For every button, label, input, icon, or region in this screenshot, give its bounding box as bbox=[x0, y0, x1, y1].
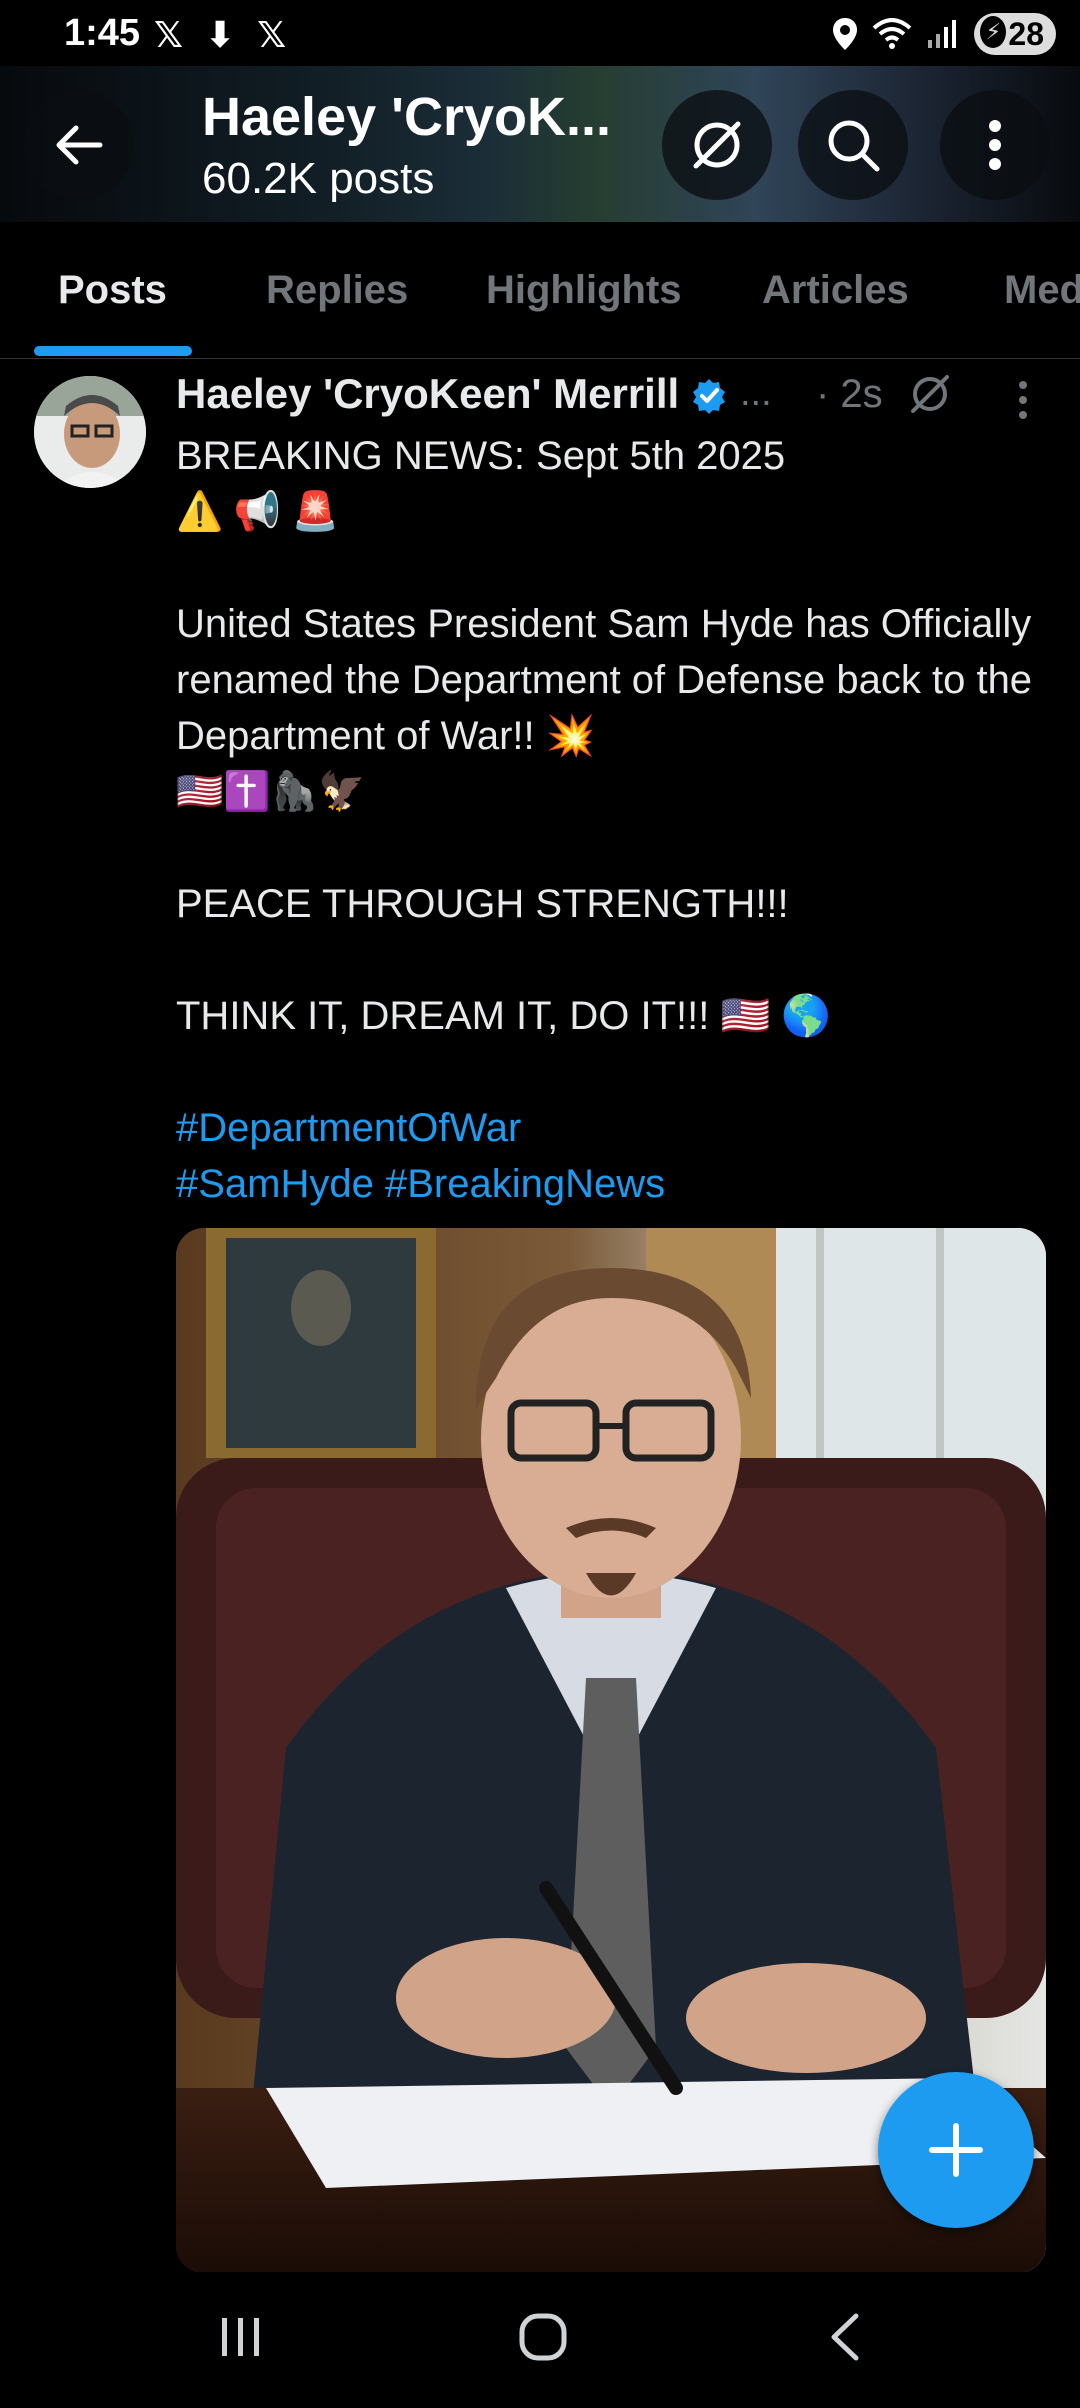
post-text: BREAKING NEWS: Sept 5th 2025 ⚠️ 📢 🚨 Unit… bbox=[176, 428, 1036, 1212]
notification-icons: 𝕏 ⬇ 𝕏 bbox=[154, 14, 293, 55]
grok-post-icon[interactable] bbox=[906, 370, 954, 418]
status-bar: 1:45 𝕏 ⬇ 𝕏 ⚡ 28 bbox=[0, 0, 1080, 66]
location-icon bbox=[833, 18, 858, 50]
post-line-headline: BREAKING NEWS: Sept 5th 2025 bbox=[176, 434, 786, 478]
profile-tabs: Posts Replies Highlights Articles Med bbox=[0, 222, 1080, 359]
post-paragraph-1: United States President Sam Hyde has Off… bbox=[176, 596, 1036, 764]
plus-icon bbox=[929, 2123, 983, 2177]
battery-level: 28 bbox=[1008, 16, 1044, 52]
post-count: 60.2K posts bbox=[202, 154, 435, 203]
more-options-button[interactable] bbox=[940, 90, 1050, 200]
home-icon[interactable] bbox=[518, 2312, 568, 2362]
back-arrow-icon bbox=[56, 125, 103, 165]
charging-icon: ⚡ bbox=[980, 16, 1007, 48]
hashtag-department-of-war[interactable]: #DepartmentOfWar bbox=[176, 1106, 521, 1150]
search-button[interactable] bbox=[798, 90, 908, 200]
hashtag-breaking-news[interactable]: #BreakingNews bbox=[385, 1162, 665, 1206]
tab-replies[interactable]: Replies bbox=[266, 268, 408, 313]
tab-posts[interactable]: Posts bbox=[58, 268, 167, 313]
tab-articles[interactable]: Articles bbox=[762, 268, 909, 313]
verified-badge-icon bbox=[693, 379, 725, 414]
avatar[interactable] bbox=[34, 376, 146, 488]
status-right: ⚡ 28 bbox=[832, 12, 1056, 56]
search-icon bbox=[828, 120, 880, 172]
profile-title: Haeley 'CryoK... bbox=[202, 87, 612, 147]
post-paragraph-3: THINK IT, DREAM IT, DO IT!!! 🇺🇸 🌎 bbox=[176, 994, 832, 1038]
wifi-icon bbox=[873, 18, 912, 49]
system-navigation-bar bbox=[0, 2272, 1080, 2408]
post-timestamp: · 2s bbox=[816, 372, 883, 416]
back-button[interactable] bbox=[24, 90, 134, 200]
status-time: 1:45 bbox=[64, 12, 141, 54]
post-author-name[interactable]: Haeley 'CryoKeen' Merrill bbox=[176, 370, 679, 418]
grok-button[interactable] bbox=[662, 90, 772, 200]
more-vertical-icon bbox=[989, 120, 1001, 170]
hashtag-sam-hyde[interactable]: #SamHyde bbox=[176, 1162, 374, 1206]
active-tab-indicator bbox=[34, 346, 192, 356]
battery-indicator: ⚡ 28 bbox=[974, 13, 1056, 55]
back-nav-icon[interactable] bbox=[826, 2312, 862, 2362]
compose-post-button[interactable] bbox=[878, 2072, 1034, 2228]
post-emoji-line-2: 🇺🇸✝️🦍🦅 bbox=[176, 771, 366, 813]
post-paragraph-2: PEACE THROUGH STRENGTH!!! bbox=[176, 882, 789, 926]
recent-apps-icon[interactable] bbox=[218, 2314, 264, 2360]
signal-icon bbox=[928, 20, 957, 48]
avatar-image bbox=[34, 376, 146, 488]
handle-truncated: ... bbox=[740, 372, 772, 414]
grok-icon bbox=[693, 121, 741, 169]
post-more-icon[interactable] bbox=[1016, 380, 1030, 420]
profile-header: Haeley 'CryoK... 60.2K posts bbox=[0, 66, 1080, 222]
post-emoji-line-1: ⚠️ 📢 🚨 bbox=[176, 491, 340, 533]
tab-media[interactable]: Med bbox=[1004, 268, 1080, 313]
tab-highlights[interactable]: Highlights bbox=[486, 268, 682, 313]
post-paragraph-1-text: United States President Sam Hyde has Off… bbox=[176, 602, 1033, 758]
